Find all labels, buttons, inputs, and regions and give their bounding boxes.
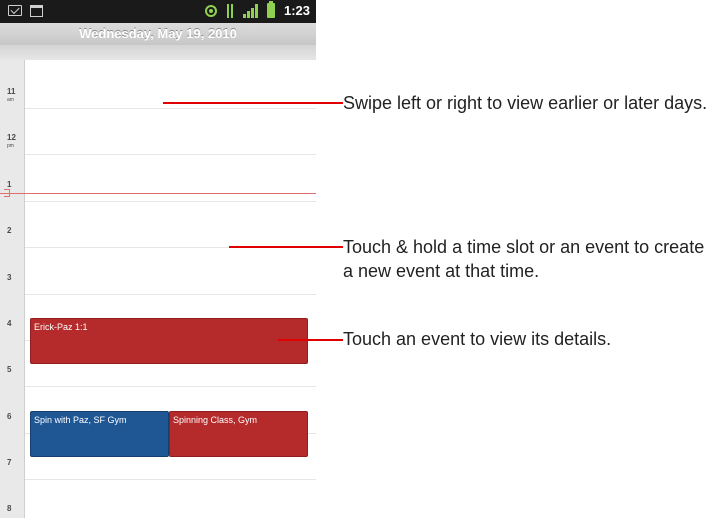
data-icon <box>226 3 234 18</box>
mail-icon <box>8 5 22 16</box>
signal-icon <box>242 3 258 18</box>
callout-swipe: Swipe left or right to view earlier or l… <box>343 93 708 113</box>
current-time-marker <box>4 189 10 197</box>
hour-gridline <box>25 154 316 155</box>
event-spinning-class[interactable]: Spinning Class, Gym <box>169 411 308 457</box>
date-title: Wednesday, May 19, 2010 <box>79 26 237 41</box>
hour-gridline <box>25 479 316 480</box>
hour-label: 4 <box>7 319 12 328</box>
event-spin-with-paz[interactable]: Spin with Paz, SF Gym <box>30 411 169 457</box>
hour-label: 5 <box>7 365 12 374</box>
hour-gridline <box>25 386 316 387</box>
event-title: Spinning Class, Gym <box>173 415 258 425</box>
callout-pointer-hold <box>229 246 343 248</box>
callout-touch-event: Touch an event to view its details. <box>343 329 612 349</box>
callout-touch-hold: Touch & hold a time slot or an event to … <box>343 237 705 281</box>
hour-label: 1 <box>7 180 12 189</box>
event-title: Spin with Paz, SF Gym <box>34 415 127 425</box>
event-title: Erick-Paz 1:1 <box>34 322 88 332</box>
hour-label: 11 am <box>7 87 16 104</box>
status-bar: 1:23 <box>0 0 316 23</box>
date-header: Wednesday, May 19, 2010 <box>0 23 316 60</box>
battery-icon <box>266 1 275 18</box>
hour-gridline <box>25 108 316 109</box>
phone-screen: 1:23 Wednesday, May 19, 2010 11 am 12 pm 1… <box>0 0 316 518</box>
status-time: 1:23 <box>283 3 310 18</box>
hour-label: 2 <box>7 226 12 235</box>
hour-gridline <box>25 201 316 202</box>
hour-label: 6 <box>7 412 12 421</box>
gps-icon <box>204 4 217 17</box>
hour-label: 3 <box>7 273 12 282</box>
hour-label: 8 <box>7 504 12 513</box>
hour-label: 7 <box>7 458 12 467</box>
hour-label: 12 pm <box>7 133 16 150</box>
callout-pointer-event <box>278 339 343 341</box>
hour-gridline <box>25 294 316 295</box>
header-divider <box>0 45 316 60</box>
current-time-line <box>0 193 316 194</box>
calendar-icon <box>30 5 43 17</box>
callout-pointer-swipe <box>163 102 343 104</box>
event-erick-paz[interactable]: Erick-Paz 1:1 <box>30 318 308 364</box>
hours-gutter: 11 am 12 pm 1 2 3 4 5 6 7 8 <box>0 60 25 518</box>
